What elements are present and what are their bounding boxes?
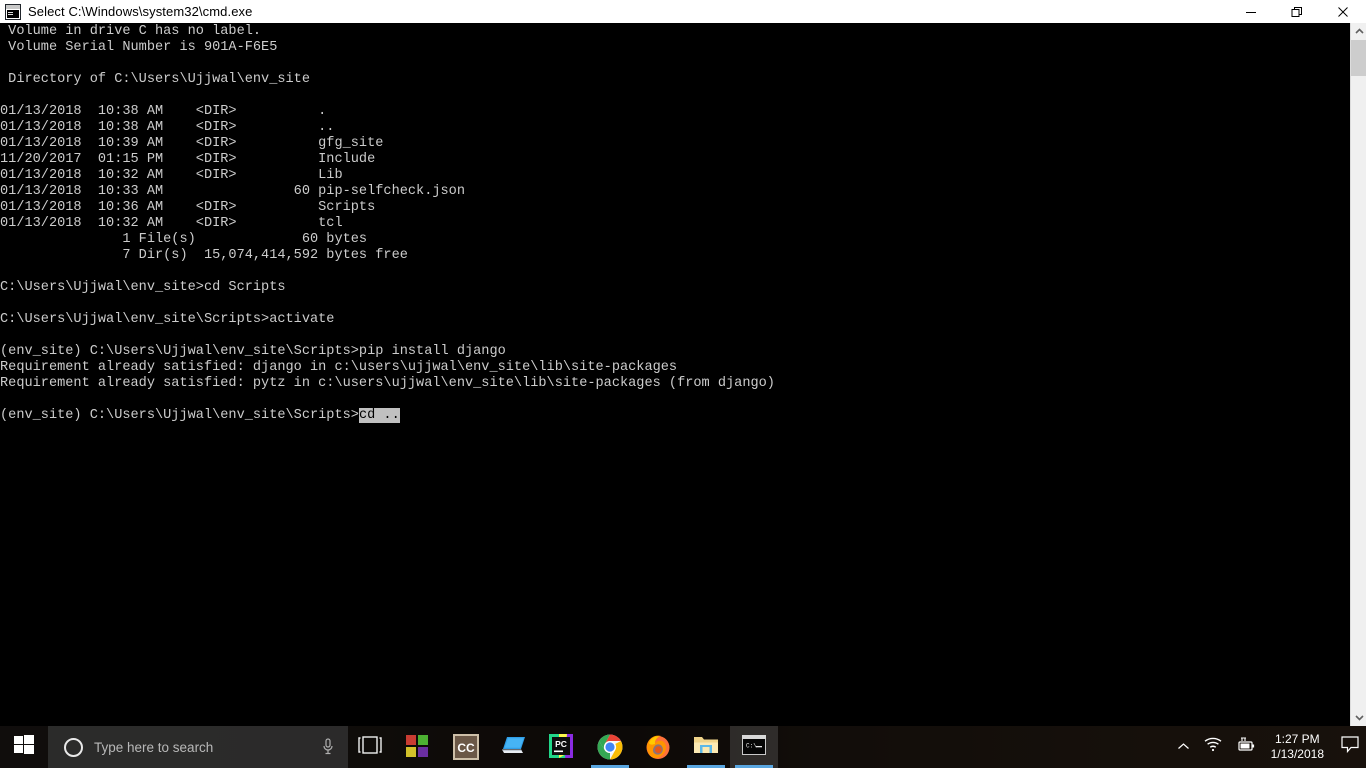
cmd-console-icon bbox=[5, 3, 21, 20]
pycharm-icon: PC bbox=[549, 734, 575, 760]
battery-charging-icon bbox=[1236, 737, 1256, 757]
taskbar-item-cc[interactable]: CC bbox=[442, 726, 490, 768]
close-button[interactable] bbox=[1320, 0, 1366, 23]
taskbar: Type here to search CC PC C:\ 1:27 PM 1/… bbox=[0, 726, 1366, 768]
clock-date: 1/13/2018 bbox=[1270, 747, 1324, 761]
task-view-icon bbox=[358, 735, 382, 759]
windows-logo-icon bbox=[14, 734, 34, 760]
scrollbar-down-arrow[interactable] bbox=[1351, 709, 1366, 726]
task-view-button[interactable] bbox=[348, 726, 392, 768]
restore-button[interactable] bbox=[1274, 0, 1320, 23]
taskbar-item-firefox[interactable] bbox=[634, 726, 682, 768]
search-input[interactable]: Type here to search bbox=[94, 740, 321, 755]
taskbar-item-file-explorer[interactable] bbox=[682, 726, 730, 768]
console-output-area[interactable]: Volume in drive C has no label. Volume S… bbox=[0, 23, 1350, 726]
taskbar-item-laptop[interactable] bbox=[490, 726, 538, 768]
window-controls bbox=[1228, 0, 1366, 23]
taskbar-item-pycharm[interactable]: PC bbox=[538, 726, 586, 768]
minimize-button[interactable] bbox=[1228, 0, 1274, 23]
taskbar-item-command-prompt[interactable]: C:\ bbox=[730, 726, 778, 768]
network-button[interactable] bbox=[1197, 726, 1229, 768]
chevron-up-icon bbox=[1177, 738, 1190, 756]
selected-command-text: cd .. bbox=[358, 408, 400, 423]
scrollbar-thumb[interactable] bbox=[1351, 40, 1366, 76]
console-scrollbar[interactable] bbox=[1350, 23, 1366, 726]
cortana-circle-icon[interactable] bbox=[64, 737, 83, 757]
window-title: Select C:\Windows\system32\cmd.exe bbox=[28, 4, 253, 19]
clock[interactable]: 1:27 PM 1/13/2018 bbox=[1263, 726, 1334, 768]
microsoft-store-icon bbox=[405, 734, 431, 760]
title-bar[interactable]: Select C:\Windows\system32\cmd.exe bbox=[0, 0, 1366, 23]
svg-text:PC: PC bbox=[555, 739, 567, 749]
action-center-icon bbox=[1341, 736, 1359, 758]
wifi-icon bbox=[1204, 737, 1222, 757]
laptop-icon bbox=[501, 734, 527, 760]
chrome-icon bbox=[597, 734, 623, 760]
taskbar-app-list: CC PC C:\ bbox=[394, 726, 778, 768]
microphone-icon[interactable] bbox=[321, 738, 335, 756]
svg-text:C:\: C:\ bbox=[746, 743, 757, 750]
cc-icon: CC bbox=[453, 734, 479, 760]
cmd-console-icon: C:\ bbox=[741, 734, 767, 760]
console-text: Volume in drive C has no label. Volume S… bbox=[0, 24, 775, 423]
cmd-window: Select C:\Windows\system32\cmd.exe Volum… bbox=[0, 0, 1366, 726]
start-button[interactable] bbox=[0, 726, 48, 768]
battery-button[interactable] bbox=[1229, 726, 1263, 768]
action-center-button[interactable] bbox=[1334, 726, 1366, 768]
firefox-icon bbox=[645, 734, 671, 760]
svg-text:CC: CC bbox=[457, 741, 475, 755]
taskbar-item-microsoft-store[interactable] bbox=[394, 726, 442, 768]
file-explorer-icon bbox=[693, 734, 719, 760]
scrollbar-up-arrow[interactable] bbox=[1351, 23, 1366, 40]
search-box[interactable]: Type here to search bbox=[48, 726, 348, 768]
clock-time: 1:27 PM bbox=[1274, 732, 1320, 746]
taskbar-item-chrome[interactable] bbox=[586, 726, 634, 768]
system-tray: 1:27 PM 1/13/2018 bbox=[1170, 726, 1366, 768]
show-hidden-icons-button[interactable] bbox=[1170, 726, 1197, 768]
